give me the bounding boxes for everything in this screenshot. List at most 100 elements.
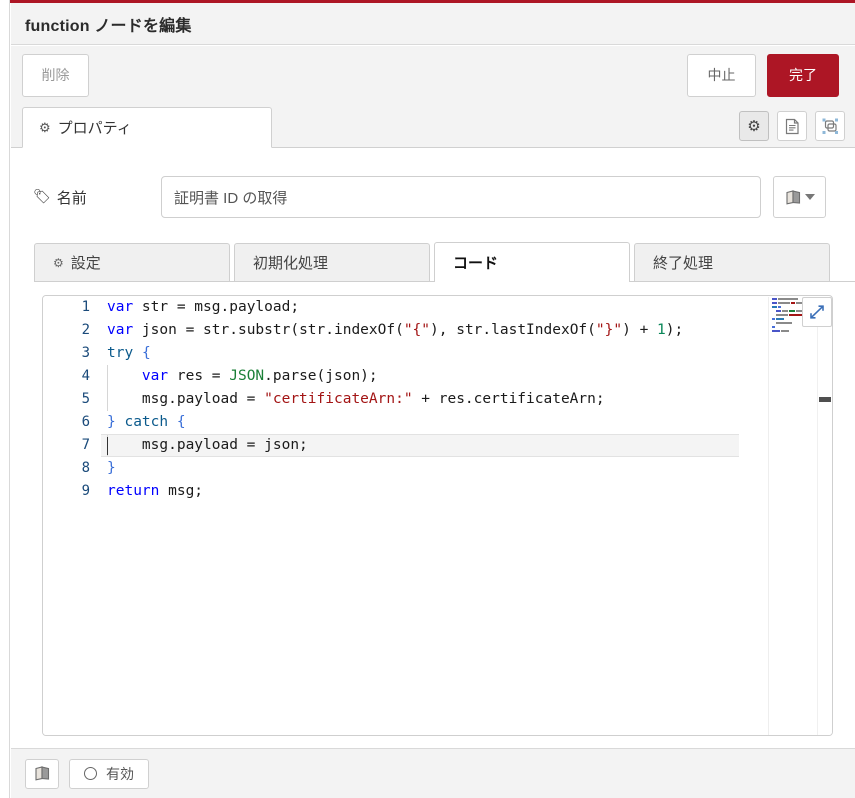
minimap-segment — [772, 330, 780, 332]
line-number-gutter: 1 2 3 4 5 6 7 8 9 — [43, 296, 101, 735]
subtab-on-start[interactable]: 初期化処理 — [234, 243, 430, 281]
minimap-segment — [778, 302, 790, 304]
code-token: } — [107, 460, 116, 476]
gear-icon: ⚙ — [53, 255, 64, 270]
footer-library-button[interactable] — [25, 758, 59, 789]
dialog-action-bar: 削除 中止 完了 — [11, 46, 855, 104]
minimap-segment — [776, 314, 788, 316]
dialog-title: function ノードを編集 — [25, 17, 192, 35]
minimap-segment — [772, 326, 775, 328]
code-token: msg; — [159, 483, 204, 499]
code-line[interactable]: } catch { — [101, 411, 739, 434]
dialog-tabstrip: ⚙ プロパティ ⚙ — [11, 104, 855, 148]
node-enabled-toggle[interactable]: 有効 — [69, 758, 149, 789]
code-token: str = msg.payload; — [133, 299, 300, 315]
dialog-footer: 有効 — [11, 748, 855, 798]
minimap-segment — [772, 302, 777, 304]
code-token: "certificateArn:" — [264, 391, 413, 407]
description-icon-button[interactable] — [777, 111, 807, 141]
subtab-setup[interactable]: ⚙ 設定 — [34, 243, 230, 281]
code-token: ); — [665, 322, 684, 338]
minimap-segment — [772, 314, 775, 316]
line-number: 9 — [81, 483, 90, 499]
code-token: try — [107, 345, 134, 361]
minimap-segment — [778, 298, 798, 300]
code-token: } — [107, 414, 116, 430]
line-number: 4 — [81, 368, 90, 384]
name-input[interactable] — [161, 176, 761, 218]
line-number: 5 — [81, 391, 90, 407]
code-token: var — [141, 368, 169, 384]
subtab-on-stop[interactable]: 終了処理 — [634, 243, 830, 281]
code-token: .parse(json); — [264, 368, 378, 384]
minimap-segment — [776, 318, 784, 320]
code-token: catch — [124, 414, 169, 430]
code-line[interactable]: var res = JSON.parse(json); — [101, 365, 739, 388]
primary-actions: 中止 完了 — [687, 53, 839, 97]
code-line[interactable]: msg.payload = json; — [101, 434, 739, 457]
minimap-segment — [772, 310, 775, 312]
name-library-button[interactable] — [773, 176, 826, 218]
minimap-segment — [772, 306, 777, 308]
expand-editor-button[interactable] — [802, 297, 832, 327]
tag-icon: 🏷 — [33, 187, 51, 204]
dialog-left-edge — [0, 0, 10, 798]
minimap-segment — [772, 298, 777, 300]
line-number: 3 — [81, 345, 90, 361]
text-cursor — [107, 437, 108, 455]
appearance-icon-button[interactable] — [815, 111, 845, 141]
editor-minimap[interactable] — [768, 297, 816, 735]
book-icon — [785, 189, 800, 204]
code-line[interactable]: var json = str.substr(str.indexOf("{"), … — [101, 319, 739, 342]
code-token: "{" — [403, 322, 431, 338]
name-label: 🏷 名前 — [11, 187, 161, 208]
node-enabled-label: 有効 — [106, 765, 134, 782]
panel-mode-buttons: ⚙ — [739, 111, 845, 141]
minimap-segment — [772, 318, 775, 320]
editor-vertical-scrollbar[interactable] — [817, 327, 832, 735]
code-line[interactable]: } — [101, 457, 739, 480]
gear-icon: ⚙ — [747, 117, 761, 135]
indent-guide — [107, 365, 108, 388]
scrollbar-thumb[interactable] — [819, 397, 831, 402]
code-token: { — [141, 345, 151, 361]
code-line[interactable]: msg.payload = "certificateArn:" + res.ce… — [101, 388, 739, 411]
minimap-segment — [778, 306, 781, 308]
code-line[interactable]: return msg; — [101, 480, 739, 503]
code-token: ) + — [622, 322, 658, 338]
code-token: return — [107, 483, 160, 499]
minimap-segment — [782, 310, 788, 312]
line-number: 8 — [81, 460, 90, 476]
code-line[interactable]: try { — [101, 342, 739, 365]
code-token: var — [107, 299, 134, 315]
code-text-area[interactable]: var str = msg.payload; var json = str.sub… — [101, 296, 739, 735]
delete-button[interactable]: 削除 — [22, 53, 89, 97]
code-token: + res.certificateArn; — [412, 391, 605, 407]
circle-icon — [84, 767, 97, 780]
code-token: { — [176, 414, 186, 430]
subtab-setup-label: 設定 — [70, 255, 101, 272]
code-token: 1 — [657, 322, 666, 338]
subtab-code[interactable]: コード — [434, 242, 630, 282]
minimap-segment — [776, 322, 792, 324]
code-token: var — [107, 322, 134, 338]
indent-guide — [107, 388, 108, 411]
gear-icon: ⚙ — [39, 120, 51, 135]
tab-properties-label: プロパティ — [57, 120, 132, 137]
done-button[interactable]: 完了 — [767, 53, 839, 97]
properties-icon-button[interactable]: ⚙ — [739, 111, 769, 141]
line-number: 6 — [81, 414, 90, 430]
cancel-button[interactable]: 中止 — [687, 53, 756, 97]
function-subtabs: ⚙ 設定 初期化処理 コード 終了処理 — [34, 242, 855, 282]
code-token: msg.payload = — [107, 391, 265, 407]
code-line[interactable]: var str = msg.payload; — [101, 296, 739, 319]
code-editor[interactable]: 123456789 var str = msg.payload; var json… — [42, 295, 833, 736]
book-icon — [34, 766, 49, 781]
node-appearance-icon — [822, 118, 838, 134]
tab-properties[interactable]: ⚙ プロパティ — [22, 107, 272, 148]
dialog-body: 🏷 名前 ⚙ 設定 初期化処理 コード — [11, 148, 855, 748]
dialog-header: function ノードを編集 — [11, 3, 855, 45]
